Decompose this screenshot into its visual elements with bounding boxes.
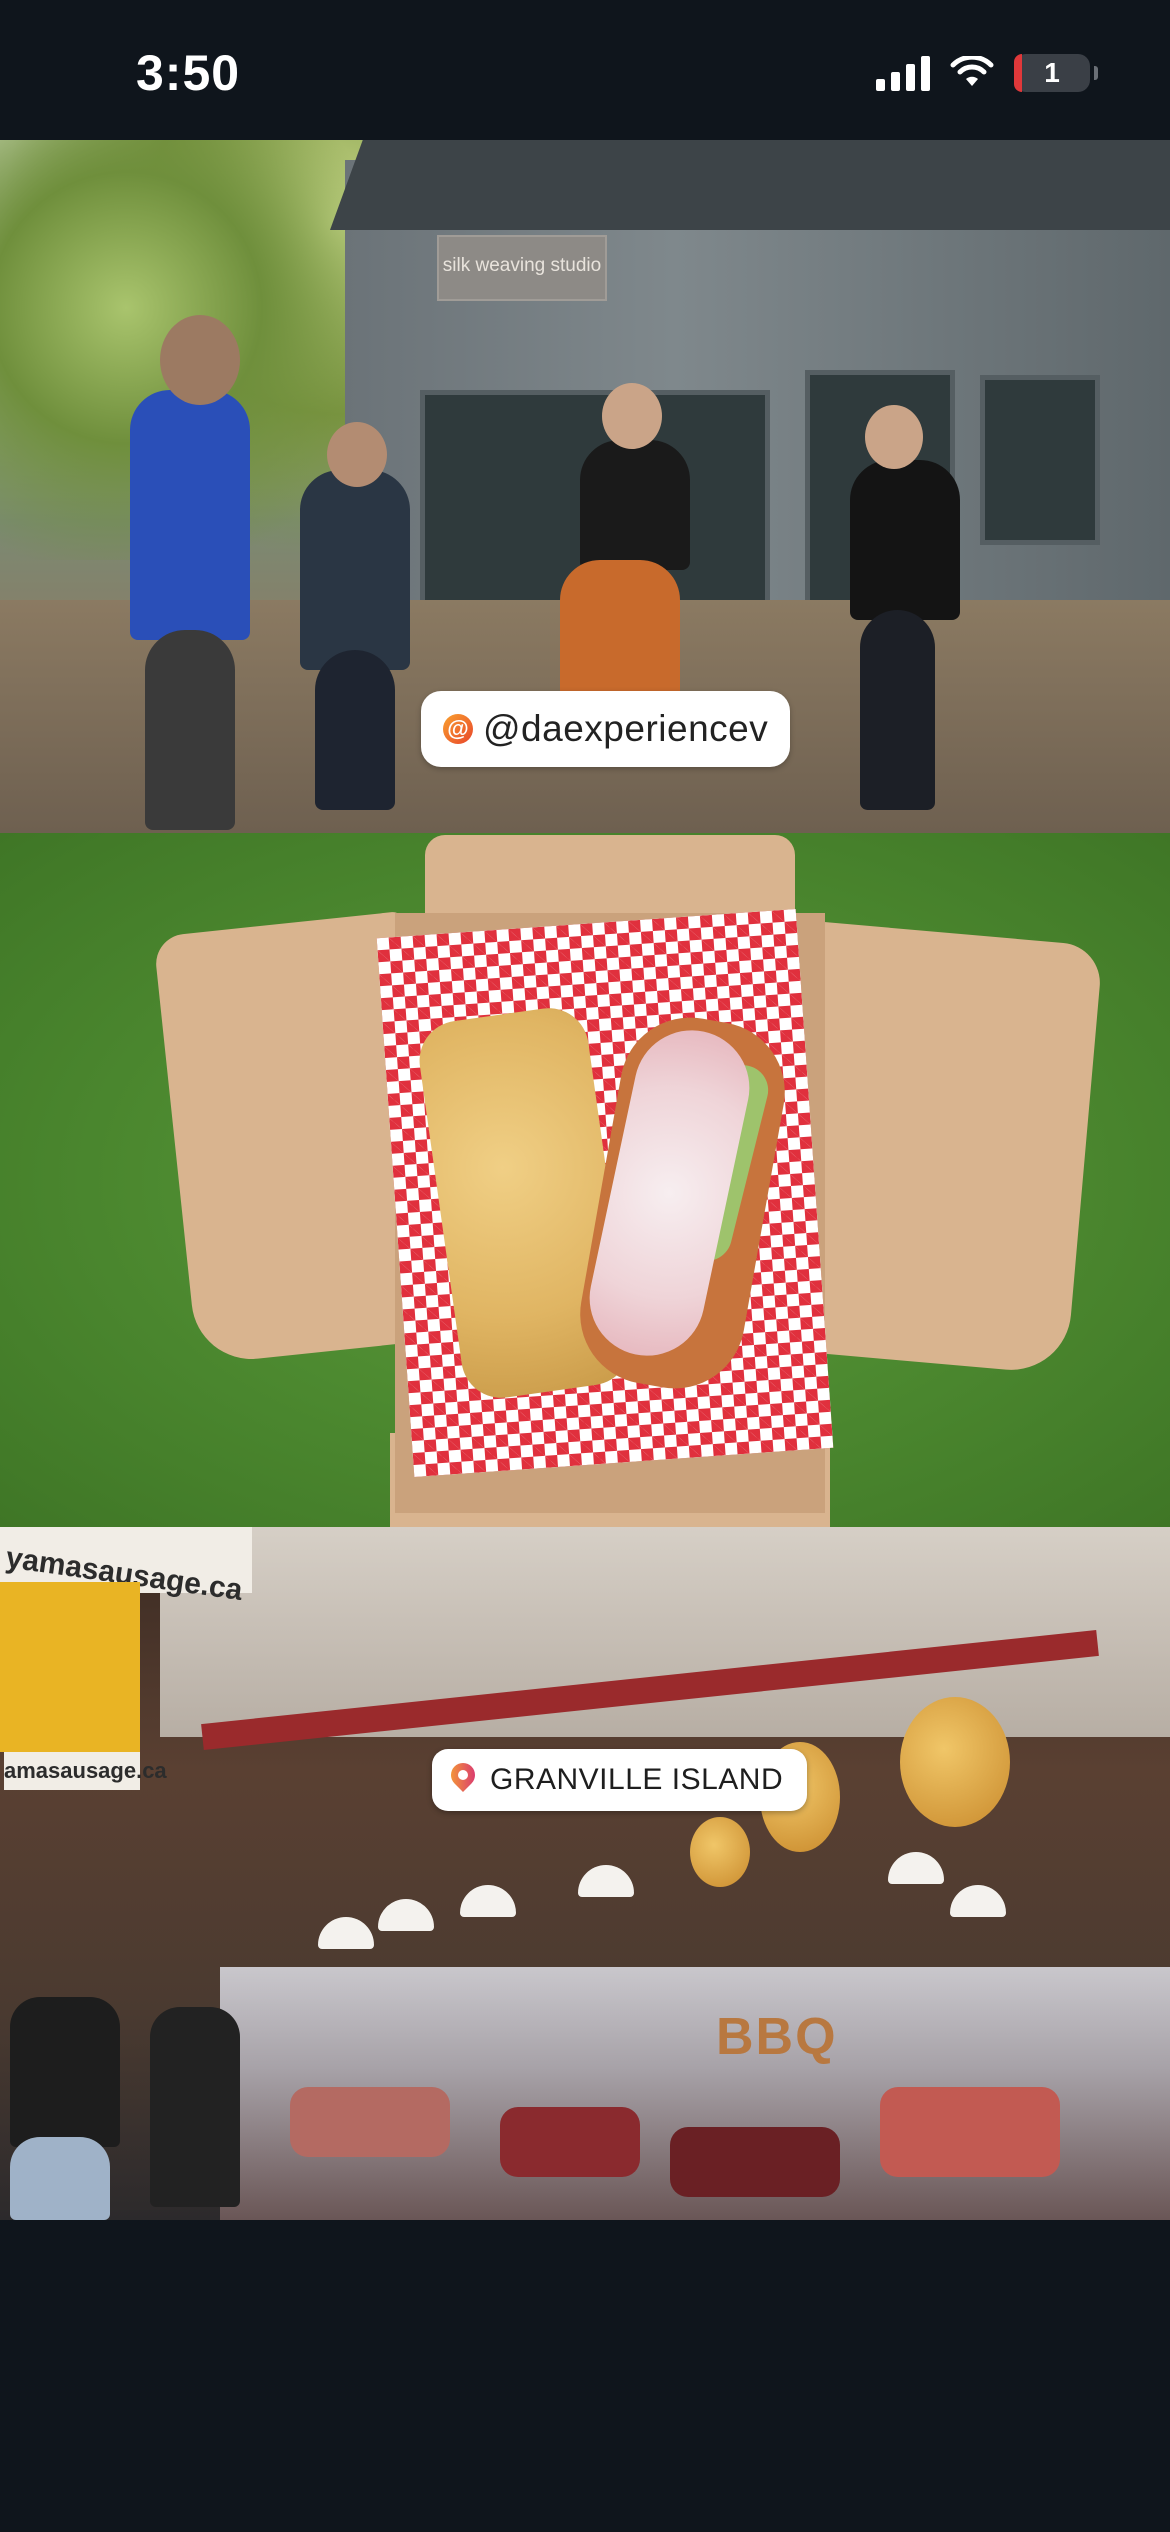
person — [580, 440, 690, 570]
hanging-ham — [690, 1817, 750, 1887]
story-frame[interactable]: silk weaving studio @ @daexperiencev yam… — [0, 140, 1170, 2220]
pendant-lamp — [378, 1899, 434, 1931]
status-time: 3:50 — [136, 45, 241, 101]
box-flap — [776, 921, 1104, 1375]
hanging-ham — [900, 1697, 1010, 1827]
photo-sausage-shop: yamasausage.ca amasausage.ca BBQ GRANVIL… — [0, 1527, 1170, 2220]
pendant-lamp — [460, 1885, 516, 1917]
customer — [150, 2007, 240, 2207]
sausage-banner-lower: amasausage.ca — [0, 1582, 167, 1790]
person — [315, 650, 395, 810]
battery-level: 1 — [1044, 57, 1060, 88]
meat — [500, 2107, 640, 2177]
pendant-lamp — [888, 1852, 944, 1884]
location-pin-icon — [450, 1763, 476, 1797]
photo-lobster-roll — [0, 833, 1170, 1527]
meat — [290, 2087, 450, 2157]
customer — [10, 1997, 120, 2147]
shop-ceiling — [160, 1527, 1170, 1737]
mention-sticker[interactable]: @ @daexperiencev — [421, 691, 791, 767]
pendant-lamp — [318, 1917, 374, 1949]
signal-icon — [876, 55, 930, 91]
person-head — [160, 315, 240, 405]
person — [145, 630, 235, 830]
photo-silk-weaving-studio: silk weaving studio @ @daexperiencev — [0, 140, 1170, 833]
customer — [10, 2137, 110, 2220]
status-icons: 1 — [876, 54, 1098, 92]
battery-icon: 1 — [1014, 54, 1098, 92]
status-bar: 3:50 1 — [0, 0, 1170, 140]
location-sticker[interactable]: GRANVILLE ISLAND — [432, 1749, 808, 1811]
person — [850, 460, 960, 620]
studio-sign-text: silk weaving studio — [442, 255, 602, 276]
location-text: GRANVILLE ISLAND — [490, 1763, 784, 1796]
person-head — [602, 383, 662, 449]
studio-sign: silk weaving studio — [437, 235, 607, 301]
meat — [880, 2087, 1060, 2177]
person-head — [327, 422, 387, 487]
instagram-at-icon: @ — [443, 714, 473, 744]
studio-roof — [330, 140, 1170, 230]
pendant-lamp — [578, 1865, 634, 1897]
pendant-lamp — [950, 1885, 1006, 1917]
meat — [670, 2127, 840, 2197]
person-head — [865, 405, 923, 469]
mention-text: @daexperiencev — [483, 708, 769, 749]
person — [130, 390, 250, 640]
wifi-icon — [950, 56, 994, 86]
studio-window — [980, 375, 1100, 545]
person — [860, 610, 935, 810]
bbq-sign: BBQ — [716, 2008, 838, 2066]
banner-lower-text: amasausage.ca — [4, 1752, 167, 1790]
person — [300, 470, 410, 670]
